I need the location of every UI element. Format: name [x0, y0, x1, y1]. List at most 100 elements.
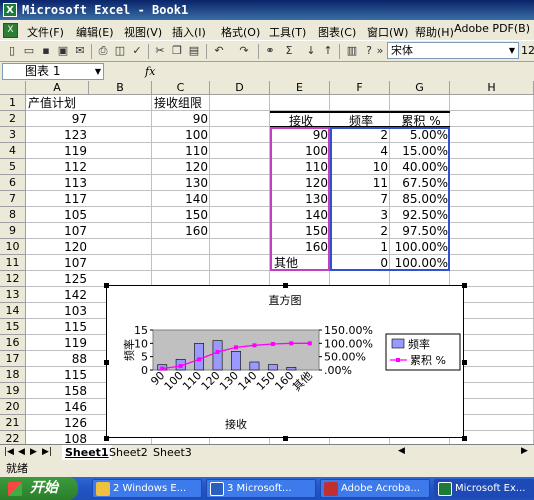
- menu-window[interactable]: 窗口(W): [367, 24, 408, 40]
- menu-chart[interactable]: 图表(C): [318, 24, 356, 40]
- cell-g6[interactable]: 67.50%: [390, 175, 450, 191]
- cell-a22[interactable]: 108: [26, 431, 89, 444]
- histogram-chart[interactable]: 直方图 0 5 10 15.00% 50.00% 100.00% 150.00% 频率 90 100…: [104, 283, 467, 441]
- row-header-20[interactable]: 20: [0, 399, 26, 415]
- open-icon[interactable]: ▭: [21, 43, 37, 59]
- cell-a1[interactable]: 产值计划: [26, 95, 89, 111]
- column-header-g[interactable]: G: [390, 81, 450, 95]
- cell-f10[interactable]: 1: [330, 239, 390, 255]
- row-header-7[interactable]: 7: [0, 191, 26, 207]
- first-sheet-icon[interactable]: |◀: [4, 447, 14, 457]
- spelling-icon[interactable]: ✓: [129, 43, 145, 59]
- cell-a10[interactable]: 120: [26, 239, 89, 255]
- print-preview-icon[interactable]: ◫: [112, 43, 128, 59]
- undo-icon[interactable]: ↶: [211, 43, 227, 59]
- row-header-10[interactable]: 10: [0, 239, 26, 255]
- taskbar-item-excel[interactable]: Microsoft Ex...: [434, 479, 534, 498]
- cell-a4[interactable]: 119: [26, 143, 89, 159]
- cell-e4[interactable]: 100: [270, 143, 330, 159]
- last-sheet-icon[interactable]: ▶|: [42, 447, 52, 457]
- cell-g5[interactable]: 40.00%: [390, 159, 450, 175]
- cell-a5[interactable]: 112: [26, 159, 89, 175]
- cell-a9[interactable]: 107: [26, 223, 89, 239]
- cell-c7[interactable]: 140: [152, 191, 210, 207]
- cell-a3[interactable]: 123: [26, 127, 89, 143]
- chevron-down-icon[interactable]: ▼: [95, 64, 101, 79]
- cell-g7[interactable]: 85.00%: [390, 191, 450, 207]
- permission-icon[interactable]: ▣: [55, 43, 71, 59]
- cell-c9[interactable]: 160: [152, 223, 210, 239]
- column-header-b[interactable]: B: [89, 81, 152, 95]
- row-header-11[interactable]: 11: [0, 255, 26, 271]
- adobe-pdf-menu[interactable]: Adobe PDF(B): [454, 22, 530, 35]
- cell-e9[interactable]: 150: [270, 223, 330, 239]
- redo-icon[interactable]: ↷: [236, 43, 252, 59]
- taskbar-item-word[interactable]: 3 Microsoft...: [206, 479, 316, 498]
- cell-c1[interactable]: 接收组限: [152, 95, 210, 111]
- cell-g8[interactable]: 92.50%: [390, 207, 450, 223]
- cell-e11[interactable]: 其他: [270, 255, 330, 271]
- cell-a16[interactable]: 119: [26, 335, 89, 351]
- cell-c6[interactable]: 130: [152, 175, 210, 191]
- cell-c2[interactable]: 90: [152, 111, 210, 127]
- font-size-select[interactable]: 12: [521, 44, 534, 57]
- select-all-corner[interactable]: [0, 81, 26, 95]
- row-header-3[interactable]: 3: [0, 127, 26, 143]
- chevron-down-icon[interactable]: ▼: [506, 43, 518, 58]
- cell-g11[interactable]: 100.00%: [390, 255, 450, 271]
- cell-a19[interactable]: 158: [26, 383, 89, 399]
- cell-f6[interactable]: 11: [330, 175, 390, 191]
- cell-a13[interactable]: 142: [26, 287, 89, 303]
- print-icon[interactable]: ⎙: [95, 43, 111, 59]
- prev-sheet-icon[interactable]: ◀: [18, 447, 25, 457]
- hscroll-left-icon[interactable]: ◀: [398, 446, 405, 456]
- menu-insert[interactable]: 插入(I): [172, 24, 206, 40]
- next-sheet-icon[interactable]: ▶: [30, 447, 37, 457]
- sheet-tab-sheet1[interactable]: Sheet1: [62, 445, 112, 460]
- menu-tools[interactable]: 工具(T): [269, 24, 306, 40]
- cell-a2[interactable]: 97: [26, 111, 89, 127]
- cell-e7[interactable]: 130: [270, 191, 330, 207]
- menu-edit[interactable]: 编辑(E): [76, 24, 114, 40]
- autosum-icon[interactable]: Σ: [281, 43, 297, 59]
- cell-a14[interactable]: 103: [26, 303, 89, 319]
- cell-e8[interactable]: 140: [270, 207, 330, 223]
- cell-a17[interactable]: 88: [26, 351, 89, 367]
- sort-ascending-icon[interactable]: ↓: [303, 43, 319, 59]
- cell-f4[interactable]: 4: [330, 143, 390, 159]
- row-header-2[interactable]: 2: [0, 111, 26, 127]
- menu-view[interactable]: 视图(V): [124, 24, 162, 40]
- taskbar-item-acrobat[interactable]: Adobe Acroba...: [320, 479, 430, 498]
- cell-a11[interactable]: 107: [26, 255, 89, 271]
- cell-f8[interactable]: 3: [330, 207, 390, 223]
- email-icon[interactable]: ✉: [72, 43, 88, 59]
- cell-a15[interactable]: 115: [26, 319, 89, 335]
- row-header-9[interactable]: 9: [0, 223, 26, 239]
- cell-c5[interactable]: 120: [152, 159, 210, 175]
- column-header-f[interactable]: F: [330, 81, 390, 95]
- row-header-21[interactable]: 21: [0, 415, 26, 431]
- cell-c8[interactable]: 150: [152, 207, 210, 223]
- menu-help[interactable]: 帮助(H): [415, 24, 454, 40]
- row-header-18[interactable]: 18: [0, 367, 26, 383]
- row-header-19[interactable]: 19: [0, 383, 26, 399]
- row-header-14[interactable]: 14: [0, 303, 26, 319]
- cell-a21[interactable]: 126: [26, 415, 89, 431]
- cell-f5[interactable]: 10: [330, 159, 390, 175]
- sort-descending-icon[interactable]: ↑: [320, 43, 336, 59]
- cell-a18[interactable]: 115: [26, 367, 89, 383]
- cell-g9[interactable]: 97.50%: [390, 223, 450, 239]
- cell-e10[interactable]: 160: [270, 239, 330, 255]
- row-header-4[interactable]: 4: [0, 143, 26, 159]
- cell-a20[interactable]: 146: [26, 399, 89, 415]
- paste-icon[interactable]: ▤: [186, 43, 202, 59]
- cell-e5[interactable]: 110: [270, 159, 330, 175]
- font-name-select[interactable]: 宋体 ▼: [387, 42, 519, 59]
- cell-e3[interactable]: 90: [270, 127, 330, 143]
- row-header-5[interactable]: 5: [0, 159, 26, 175]
- cell-g4[interactable]: 15.00%: [390, 143, 450, 159]
- workbook-icon[interactable]: X: [3, 23, 18, 38]
- row-header-22[interactable]: 22: [0, 431, 26, 444]
- start-button[interactable]: 开始: [0, 477, 78, 500]
- fx-icon[interactable]: fx: [145, 65, 155, 78]
